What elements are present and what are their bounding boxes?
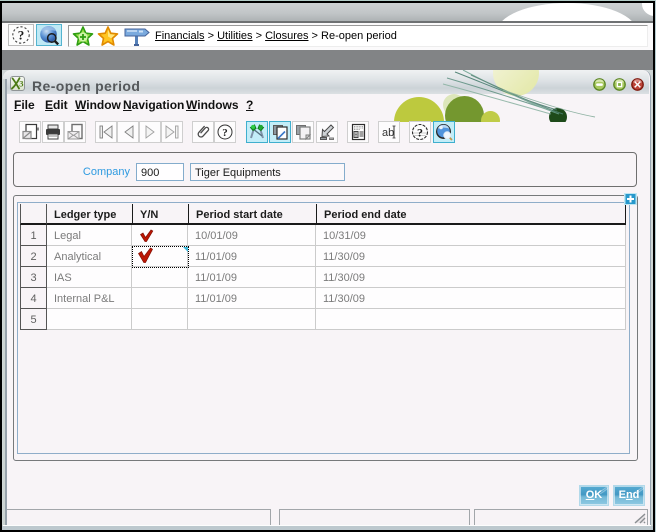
svg-text:?: ?: [417, 126, 423, 140]
svg-text:3: 3: [19, 79, 23, 89]
svg-text:?: ?: [222, 127, 228, 139]
svg-text:?: ?: [18, 28, 25, 43]
svg-text:ab: ab: [382, 127, 394, 139]
